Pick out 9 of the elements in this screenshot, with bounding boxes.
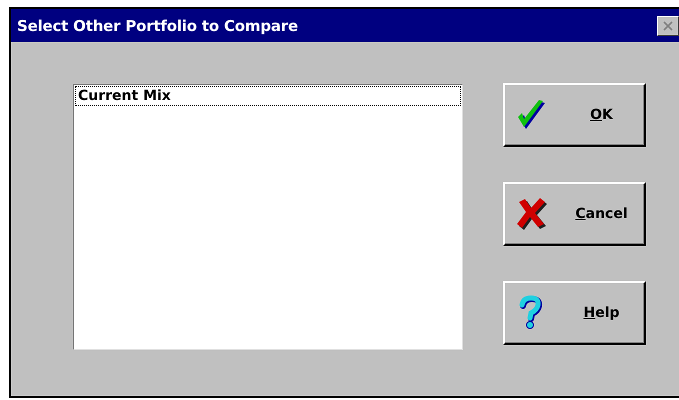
cancel-button[interactable]: Cancel	[503, 182, 646, 246]
list-item[interactable]: Current Mix	[75, 86, 461, 106]
help-button[interactable]: Help	[503, 281, 646, 345]
close-icon	[661, 20, 675, 32]
portfolio-list[interactable]: Current Mix	[73, 84, 463, 350]
ok-button[interactable]: OK	[503, 83, 646, 147]
window-title: Select Other Portfolio to Compare	[17, 16, 298, 34]
close-button[interactable]	[657, 16, 679, 36]
x-mark-icon	[515, 196, 549, 232]
